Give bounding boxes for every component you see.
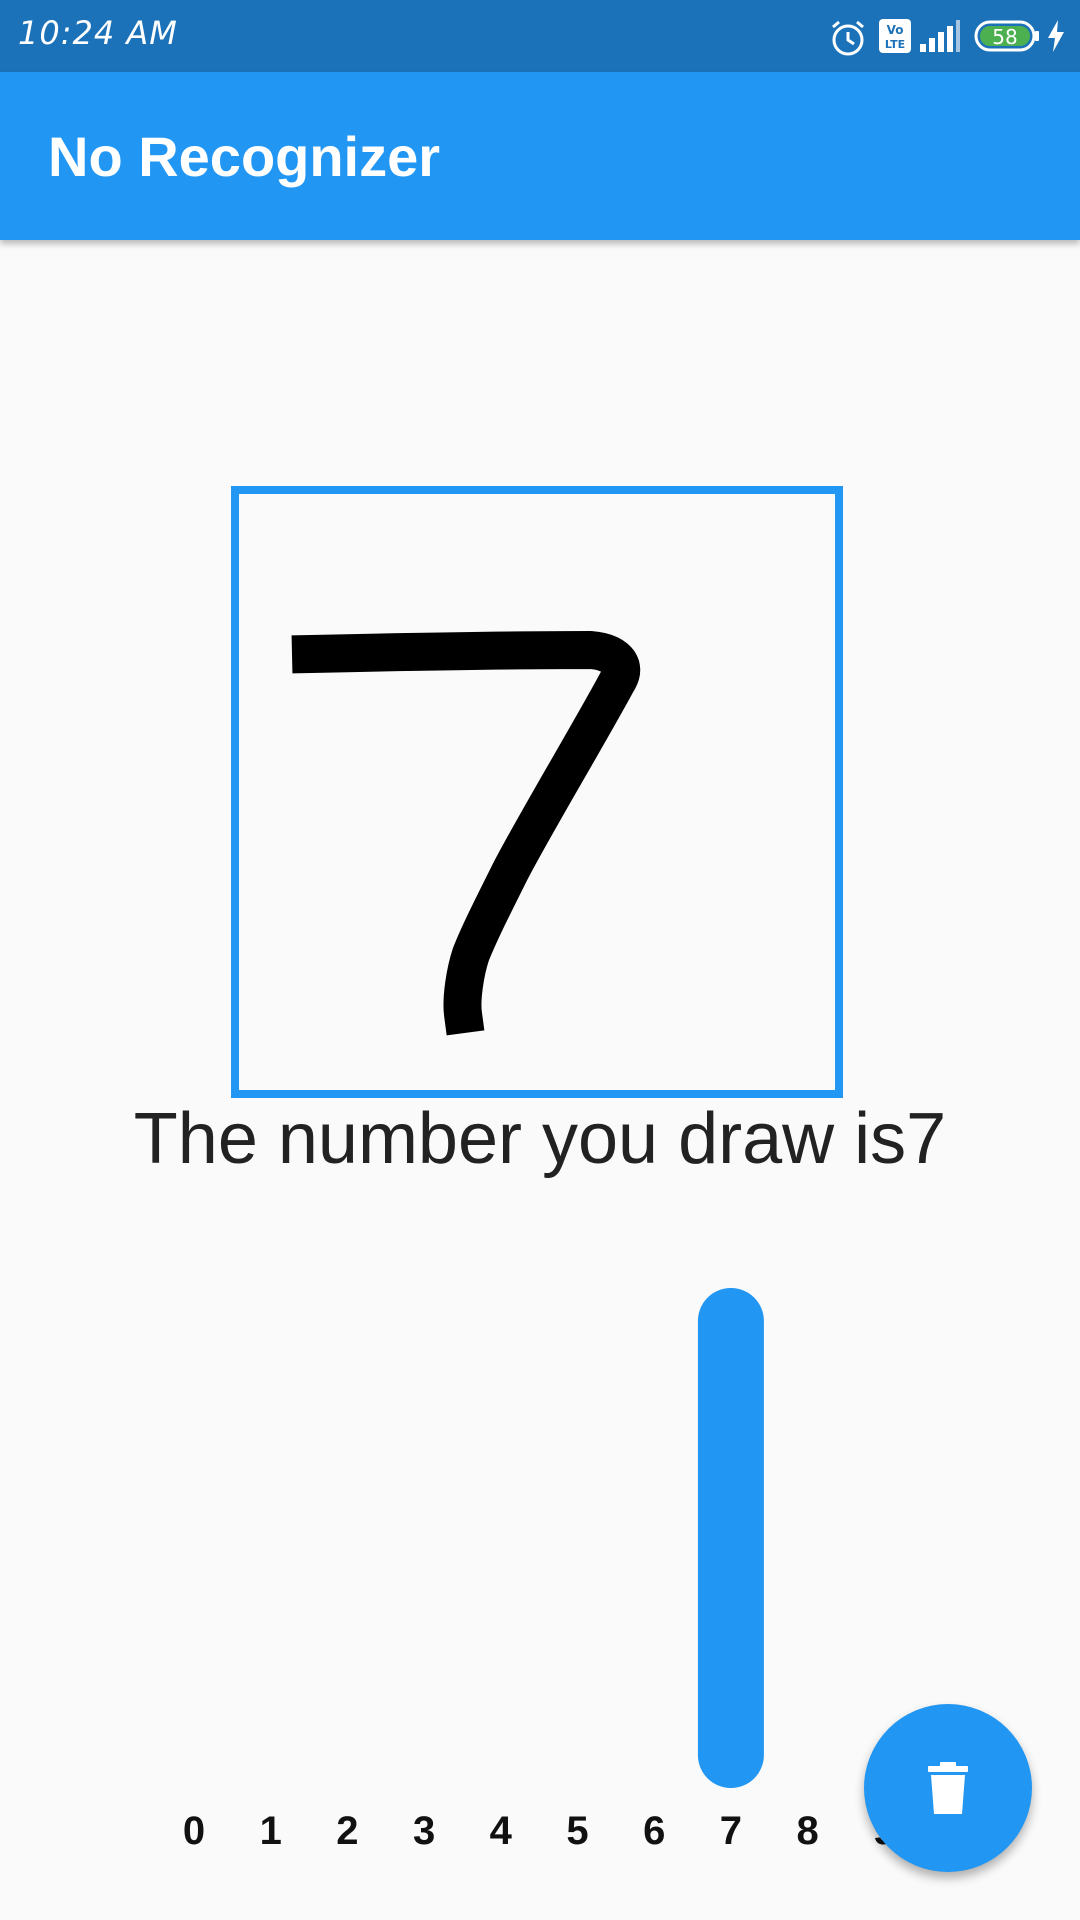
app-bar: No Recognizer — [0, 72, 1080, 240]
handwritten-digit-drawing — [291, 631, 640, 1036]
status-bar: 10:24 AM Vo LTE 58 — [0, 0, 1080, 72]
battery-level: 58 — [992, 25, 1017, 49]
tick-label-6: 6 — [643, 1809, 665, 1853]
battery-icon: 58 — [974, 20, 1039, 52]
bar-7 — [697, 1288, 764, 1788]
volte-icon: Vo LTE — [879, 19, 911, 53]
svg-text:LTE: LTE — [885, 38, 905, 51]
charging-icon — [1048, 20, 1064, 52]
tick-label-1: 1 — [260, 1809, 282, 1853]
signal-icon — [920, 20, 960, 52]
tick-label-0: 0 — [183, 1809, 205, 1853]
svg-text:Vo: Vo — [887, 23, 904, 37]
tick-label-3: 3 — [413, 1809, 435, 1853]
clear-button[interactable] — [864, 1704, 1032, 1872]
tick-label-2: 2 — [336, 1809, 358, 1853]
prediction-text: The number you draw is7 — [133, 1099, 947, 1179]
alarm-icon — [832, 20, 864, 56]
tick-label-4: 4 — [490, 1809, 513, 1853]
page-title: No Recognizer — [48, 125, 441, 188]
tick-label-5: 5 — [566, 1809, 588, 1853]
tick-label-8: 8 — [796, 1809, 818, 1853]
drawing-canvas[interactable] — [231, 486, 843, 1098]
status-time: 10:24 AM — [18, 14, 178, 52]
delete-icon — [928, 1762, 968, 1814]
tick-label-7: 7 — [720, 1809, 742, 1853]
